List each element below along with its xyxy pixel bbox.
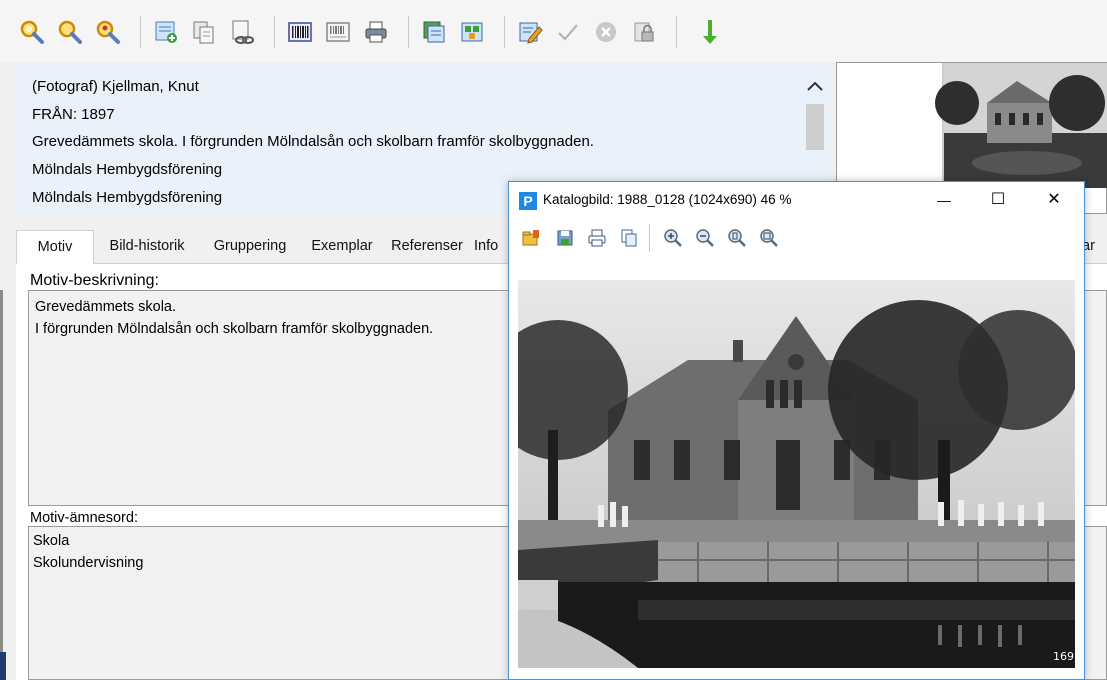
copy-icon[interactable] <box>617 226 641 250</box>
description-text: Grevedämmets skola. I förgrunden Mölndal… <box>32 133 594 150</box>
owner-text: Mölndals Hembygdsförening <box>32 161 223 178</box>
cards-icon[interactable] <box>420 18 448 46</box>
keyword-item: Skolundervisning <box>33 555 144 571</box>
link-record-icon[interactable] <box>228 18 256 46</box>
image-viewer-window: P Katalogbild: 1988_0128 (1024x690) 46 %… <box>508 181 1085 680</box>
main-toolbar <box>0 0 1107 62</box>
cancel-icon[interactable] <box>592 18 620 46</box>
tab-partial-right[interactable]: ar <box>1082 230 1107 262</box>
minimize-button[interactable]: — <box>929 188 959 212</box>
tab-bild-historik[interactable]: Bild-historik <box>98 230 196 262</box>
description-line: Grevedämmets skola. <box>35 299 177 315</box>
zoom-out-icon[interactable] <box>693 226 717 250</box>
edit-icon[interactable] <box>516 18 544 46</box>
tab-exemplar[interactable]: Exemplar <box>302 230 382 262</box>
tab-referenser[interactable]: Referenser <box>384 230 470 262</box>
year-text: FRÅN: 1897 <box>32 106 115 123</box>
save-image-icon[interactable] <box>553 226 577 250</box>
search-icon[interactable] <box>18 18 46 46</box>
catalog-photo[interactable]: 169 <box>518 280 1075 668</box>
search-user-icon[interactable] <box>94 18 122 46</box>
window-edge <box>0 290 3 680</box>
zoom-fit-icon[interactable] <box>757 226 781 250</box>
tab-gruppering[interactable]: Gruppering <box>200 230 300 262</box>
print-icon[interactable] <box>362 18 390 46</box>
viewer-titlebar[interactable]: P Katalogbild: 1988_0128 (1024x690) 46 %… <box>509 182 1084 218</box>
open-folder-icon[interactable] <box>519 226 543 250</box>
barcode-icon[interactable] <box>286 18 314 46</box>
photo-number: 169 <box>1053 650 1074 663</box>
owner-text: Mölndals Hembygdsförening <box>32 189 223 206</box>
zoom-in-icon[interactable] <box>661 226 685 250</box>
chevron-up-icon <box>807 81 823 91</box>
new-record-icon[interactable] <box>152 18 180 46</box>
barcode-list-icon[interactable] <box>324 18 352 46</box>
maximize-button[interactable]: ☐ <box>983 188 1013 212</box>
keyword-item: Skola <box>33 533 70 549</box>
motiv-keywords-label: Motiv-ämnesord: <box>30 510 138 526</box>
arrow-down-icon[interactable] <box>696 18 724 46</box>
description-line: I förgrunden Mölndalsån och skolbarn fra… <box>35 321 434 337</box>
search-plus-icon[interactable] <box>56 18 84 46</box>
viewer-title: Katalogbild: 1988_0128 (1024x690) 46 % <box>543 192 792 207</box>
print-icon[interactable] <box>585 226 609 250</box>
motiv-description-label: Motiv-beskrivning: <box>30 272 159 289</box>
app-icon: P <box>519 192 537 210</box>
zoom-actual-icon[interactable] <box>725 226 749 250</box>
approve-icon[interactable] <box>554 18 582 46</box>
photographer-text: (Fotograf) Kjellman, Knut <box>32 78 199 95</box>
export-icon[interactable] <box>458 18 486 46</box>
lock-icon[interactable] <box>630 18 658 46</box>
window-edge <box>0 652 6 680</box>
tab-motiv[interactable]: Motiv <box>16 230 94 264</box>
viewer-toolbar <box>509 218 1084 262</box>
copy-record-icon[interactable] <box>190 18 218 46</box>
close-button[interactable]: ✕ <box>1039 188 1069 212</box>
